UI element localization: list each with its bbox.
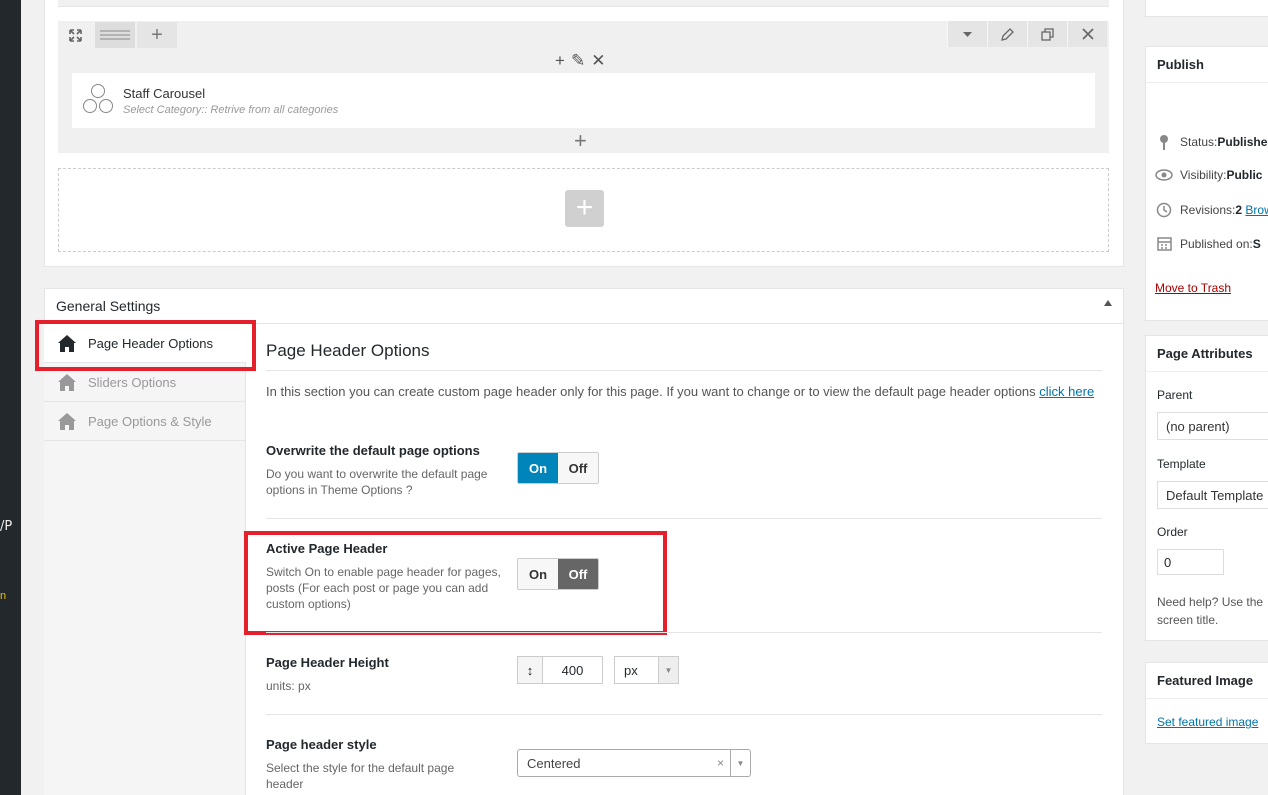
chevron-down-icon[interactable]: ▼ xyxy=(730,750,750,776)
browse-revisions-link[interactable]: Browse xyxy=(1245,203,1268,217)
add-column-button[interactable]: + xyxy=(137,22,177,48)
revisions-label: Revisions: xyxy=(1180,203,1236,217)
style-value: Centered xyxy=(527,755,581,771)
header-style-select[interactable]: Centered × ▼ xyxy=(517,749,751,777)
section-heading: Page Header Options xyxy=(266,341,1102,371)
nav-label: Sliders Options xyxy=(88,374,177,390)
close-icon[interactable] xyxy=(1067,21,1107,47)
featured-image-title: Featured Image xyxy=(1146,663,1268,699)
previous-row-edge xyxy=(58,0,1109,7)
chevron-down-icon[interactable] xyxy=(947,21,987,47)
unit-value: px xyxy=(624,662,638,678)
clone-icon[interactable] xyxy=(1027,21,1067,47)
section-intro: In this section you can create custom pa… xyxy=(266,384,1094,399)
collapse-arrow-icon[interactable] xyxy=(1104,300,1112,306)
general-settings-header[interactable]: General Settings xyxy=(44,288,1124,324)
row-toolbar xyxy=(947,21,1107,47)
page-attributes-title: Page Attributes xyxy=(1146,336,1268,372)
pin-icon xyxy=(1155,134,1173,150)
staff-group-icon xyxy=(81,83,115,118)
expand-icon[interactable] xyxy=(62,22,88,48)
height-input[interactable]: 400 xyxy=(543,656,603,684)
click-here-link[interactable]: click here xyxy=(1039,384,1094,399)
help-line: screen title. xyxy=(1157,613,1219,627)
settings-sidebar: Page Header Options Sliders Options Page… xyxy=(44,324,246,795)
published-on-row: Published on: S xyxy=(1155,236,1261,251)
previous-metabox xyxy=(1145,0,1268,17)
overwrite-desc: Do you want to overwrite the default pag… xyxy=(266,467,488,497)
published-value: S xyxy=(1252,236,1261,251)
template-label: Template xyxy=(1157,457,1206,471)
height-field: ↕ 400 xyxy=(517,656,603,684)
divider xyxy=(266,714,1102,715)
visibility-row: Visibility: Public xyxy=(1155,168,1262,182)
drag-handle-icon[interactable] xyxy=(95,22,135,48)
edit-element-icon[interactable]: ✎ xyxy=(571,51,585,71)
overwrite-switch[interactable]: On Off xyxy=(517,452,599,484)
history-icon xyxy=(1155,202,1173,218)
add-element-below-button[interactable]: + xyxy=(574,128,587,154)
switch-off[interactable]: Off xyxy=(558,453,598,483)
publish-title: Publish xyxy=(1146,47,1268,83)
staff-carousel-element[interactable]: Staff Carousel Select Category:: Retrive… xyxy=(72,73,1095,128)
home-icon xyxy=(58,412,76,430)
height-desc: units: px xyxy=(266,679,311,693)
pencil-icon[interactable] xyxy=(987,21,1027,47)
highlight-box xyxy=(244,531,667,635)
add-row-area: + xyxy=(58,168,1109,252)
nav-label: Page Options & Style xyxy=(88,413,212,429)
parent-label: Parent xyxy=(1157,388,1193,402)
admin-sidebar: /P n xyxy=(0,0,21,795)
order-label: Order xyxy=(1157,525,1188,539)
status-row: Status: Published xyxy=(1155,134,1268,150)
element-subtitle: Select Category:: Retrive from all categ… xyxy=(123,103,339,116)
builder-row: + + ✎ ✕ Staff Carousel Select Category::… xyxy=(58,21,1109,153)
nav-page-options-style[interactable]: Page Options & Style xyxy=(44,402,245,441)
help-text: Need help? Use the screen title. xyxy=(1157,593,1263,629)
status-label: Status: xyxy=(1180,135,1218,149)
status-value: Published xyxy=(1217,135,1268,149)
intro-text: In this section you can create custom pa… xyxy=(266,384,1040,399)
chevron-down-icon[interactable]: ▼ xyxy=(658,657,678,683)
vertical-resize-icon: ↕ xyxy=(517,656,543,684)
unit-select[interactable]: px ▼ xyxy=(614,656,679,684)
style-desc: Select the style for the default page he… xyxy=(266,761,455,791)
visibility-label: Visibility: xyxy=(1180,168,1227,182)
element-toolbar: + ✎ ✕ xyxy=(555,51,605,71)
calendar-icon xyxy=(1155,236,1173,251)
add-row-button[interactable]: + xyxy=(565,190,604,227)
delete-element-icon[interactable]: ✕ xyxy=(591,51,605,71)
featured-image-box: Featured Image xyxy=(1145,662,1268,744)
publish-box: Publish xyxy=(1145,46,1268,321)
parent-select[interactable]: (no parent) xyxy=(1157,412,1268,440)
revisions-value: 2 xyxy=(1235,203,1243,217)
template-select[interactable]: Default Template xyxy=(1157,481,1268,509)
element-title: Staff Carousel xyxy=(123,85,206,101)
admin-menu-fragment[interactable]: n xyxy=(0,590,6,602)
switch-on[interactable]: On xyxy=(518,453,558,483)
set-featured-image-link[interactable]: Set featured image xyxy=(1157,715,1258,729)
style-title: Page header style xyxy=(266,737,377,752)
clear-icon[interactable]: × xyxy=(717,756,724,770)
eye-icon xyxy=(1155,169,1173,181)
divider xyxy=(266,518,1102,519)
height-title: Page Header Height xyxy=(266,655,389,670)
revisions-row: Revisions: 2 Browse xyxy=(1155,202,1268,218)
published-label: Published on: xyxy=(1180,236,1253,251)
help-line: Need help? Use the xyxy=(1157,595,1264,609)
move-to-trash-link[interactable]: Move to Trash xyxy=(1155,281,1231,295)
general-settings-title: General Settings xyxy=(56,297,161,314)
overwrite-title: Overwrite the default page options xyxy=(266,443,480,458)
divider xyxy=(266,632,1102,633)
home-icon xyxy=(58,373,76,391)
visibility-value: Public xyxy=(1226,168,1263,182)
add-element-icon[interactable]: + xyxy=(555,51,565,71)
order-input[interactable]: 0 xyxy=(1157,549,1224,575)
highlight-box xyxy=(35,320,256,371)
admin-menu-fragment[interactable]: /P xyxy=(0,519,12,534)
